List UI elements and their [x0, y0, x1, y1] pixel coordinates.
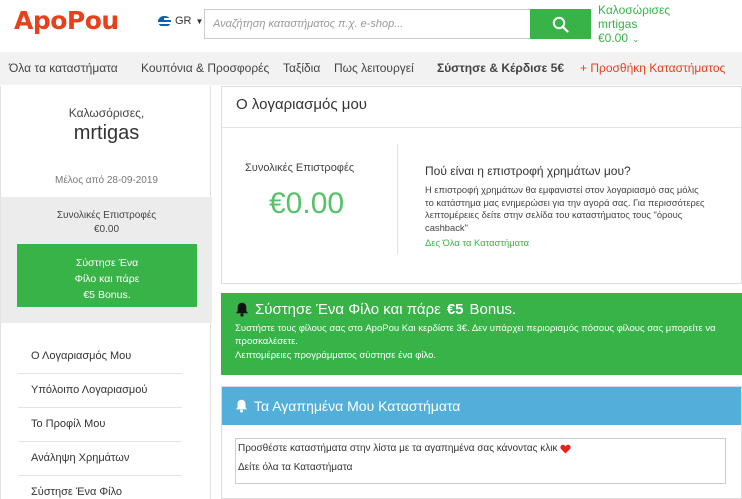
- user-greeting: Καλοσώρισες: [598, 3, 671, 17]
- divider: [222, 127, 741, 128]
- user-balance: €0.00: [598, 31, 629, 45]
- cashback-question: Πού είναι η επιστροφή χρημάτων μου?: [425, 164, 631, 178]
- referral-title-prefix: Σύστησε Ένα Φίλο και πάρε: [255, 301, 441, 318]
- favorites-card: Τα Αγαπημένα Μου Καταστήματα Προσθέστε κ…: [221, 386, 742, 499]
- sidebar-item-refer-friend[interactable]: Σύστησε Ένα Φίλο: [18, 476, 182, 499]
- sidebar-username: mrtigas: [73, 122, 140, 144]
- sidebar-item-withdraw[interactable]: Ανάληψη Χρημάτων: [18, 442, 182, 476]
- sidebar-item-account-balance[interactable]: Υπόλοιπο Λογαριασμού: [18, 374, 182, 408]
- sidebar-returns-value: €0.00: [93, 224, 120, 235]
- site-logo[interactable]: ApoPou: [14, 6, 119, 35]
- referral-banner: Σύστησε Ένα Φίλο και πάρε €5 Bonus. Συστ…: [221, 293, 742, 375]
- user-name: mrtigas: [598, 17, 638, 31]
- search-button[interactable]: [530, 9, 591, 39]
- favorites-header: Τα Αγαπημένα Μου Καταστήματα: [222, 387, 741, 425]
- referral-text: Συστήστε τους φίλους σας στο ApoPou Και …: [235, 323, 716, 347]
- favorites-box: Προσθέστε καταστήματα στην λίστα με τα α…: [235, 438, 726, 484]
- nav-how-it-works[interactable]: Πως λειτουργεί: [334, 61, 414, 75]
- favorites-title: Τα Αγαπημένα Μου Καταστήματα: [254, 398, 461, 414]
- nav-refer[interactable]: Σύστησε & Κέρδισε 5€: [437, 61, 564, 75]
- vertical-divider: [397, 144, 398, 254]
- all-stores-link[interactable]: Δες Όλα τα Καταστήματα: [425, 237, 529, 248]
- sidebar-item-my-account[interactable]: Ο Λογαριασμός Μου: [18, 340, 182, 374]
- total-returns-value: €0.00: [269, 187, 345, 220]
- sidebar-returns-panel: Συνολικές Επιστροφές €0.00 Σύστησε Ένα Φ…: [1, 197, 212, 323]
- member-since: Μέλος από 28-09-2019: [55, 175, 158, 186]
- nav-travel[interactable]: Ταξίδια: [283, 61, 320, 75]
- main-nav: Όλα τα καταστήματα Κουπόνια & Προσφορές …: [0, 52, 742, 85]
- nav-coupons[interactable]: Κουπόνια & Προσφορές: [141, 61, 269, 75]
- user-menu[interactable]: Καλοσώρισες mrtigas €0.00 ⌄: [598, 3, 670, 46]
- nav-add-store[interactable]: + Προσθήκη Καταστήματος: [580, 61, 725, 75]
- favorites-instruction: Προσθέστε καταστήματα στην λίστα με τα α…: [238, 443, 558, 454]
- refer-button-line1: Σύστησε Ένα: [75, 257, 139, 269]
- nav-all-stores[interactable]: Όλα τα καταστήματα: [9, 61, 118, 75]
- search-icon: [552, 16, 569, 33]
- referral-title-suffix: Bonus.: [469, 301, 517, 318]
- search-input[interactable]: [204, 9, 530, 39]
- heart-icon[interactable]: [560, 444, 572, 454]
- bell-icon: [236, 302, 248, 317]
- refer-friend-button[interactable]: Σύστησε Ένα Φίλο και πάρε €5 Bonus.: [17, 244, 197, 307]
- greek-flag-icon: [158, 15, 171, 27]
- caret-down-icon: ▼: [195, 16, 204, 26]
- total-returns-label: Συνολικές Επιστροφές: [245, 162, 355, 174]
- bell-icon: [235, 399, 248, 413]
- language-selector[interactable]: GR ▼: [158, 15, 203, 27]
- sidebar-menu: Ο Λογαριασμός Μου Υπόλοιπο Λογαριασμού Τ…: [18, 340, 182, 499]
- page-title: Ο λογαριασμός μου: [236, 96, 367, 113]
- account-card: Ο λογαριασμός μου Συνολικές Επιστροφές €…: [221, 86, 742, 284]
- chevron-down-icon: ⌄: [632, 34, 640, 44]
- favorites-instruction-row: Προσθέστε καταστήματα στην λίστα με τα α…: [238, 443, 572, 454]
- refer-button-line2: Φίλο και πάρε: [74, 273, 140, 285]
- cashback-answer: Η επιστροφή χρημάτων θα εμφανιστεί στον …: [425, 184, 705, 233]
- refer-button-line3: €5 Bonus.: [83, 289, 131, 301]
- site-header: ApoPou GR ▼ Καλοσώρισες mrtigas €0.00⌄: [0, 0, 742, 50]
- sidebar-returns-label: Συνολικές Επιστροφές: [56, 210, 157, 221]
- referral-title: Σύστησε Ένα Φίλο και πάρε €5 Bonus.: [235, 301, 516, 318]
- all-stores-link[interactable]: Δείτε όλα τα Καταστήματα: [238, 462, 352, 473]
- referral-title-bold: €5: [446, 301, 464, 318]
- sidebar-welcome: Καλωσόρισες,: [68, 106, 145, 120]
- sidebar: Καλωσόρισες, mrtigas Μέλος από 28-09-201…: [0, 86, 212, 499]
- sidebar-item-my-profile[interactable]: Το Προφίλ Μου: [18, 408, 182, 442]
- referral-details-link[interactable]: Λεπτομέρειες προγράμματος σύστησε ένα φί…: [235, 350, 436, 361]
- language-code: GR: [175, 15, 192, 27]
